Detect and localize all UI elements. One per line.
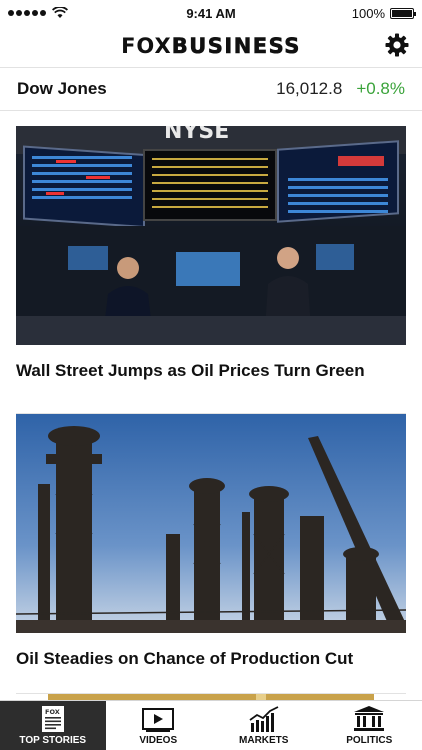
logo-business-text: BUSINESS: [171, 34, 301, 59]
svg-text:FOX: FOX: [45, 708, 60, 716]
article-headline[interactable]: Oil Steadies on Chance of Production Cut: [16, 633, 406, 691]
article-image-refinery: [16, 414, 406, 633]
svg-text:NYSE: NYSE: [164, 126, 229, 144]
newspaper-icon: FOX: [41, 706, 64, 732]
status-bar: 9:41 AM 100%: [0, 0, 422, 26]
app-header: FOX BUSINESS: [0, 26, 422, 66]
tab-videos[interactable]: VIDEOS: [106, 701, 212, 750]
ticker-index-name: Dow Jones: [17, 79, 107, 98]
logo-fox-text: FOX: [121, 34, 172, 58]
fox-business-logo[interactable]: FOX BUSINESS: [121, 34, 301, 59]
settings-button[interactable]: [382, 30, 412, 60]
article-headline[interactable]: Wall Street Jumps as Oil Prices Turn Gre…: [16, 345, 406, 403]
tab-label: TOP STORIES: [19, 735, 87, 746]
tab-label: POLITICS: [346, 735, 393, 746]
battery-icon: [390, 7, 416, 19]
gear-icon: [385, 33, 409, 57]
article-image-nyse: NYSE: [16, 126, 406, 345]
tab-label: VIDEOS: [139, 735, 178, 746]
status-left: [8, 7, 68, 19]
tab-label: MARKETS: [239, 735, 289, 746]
tab-top-stories[interactable]: FOX TOP STORIES: [0, 701, 106, 750]
signal-dots-icon: [8, 10, 46, 16]
bar-chart-icon: [249, 706, 279, 732]
tab-politics[interactable]: POLITICS: [317, 701, 422, 750]
status-right: 100%: [351, 5, 416, 21]
capitol-icon: [354, 706, 385, 731]
tab-bar: FOX TOP STORIES VIDEOS MARKETS POLITICS: [0, 700, 422, 750]
wifi-icon: [52, 7, 68, 18]
market-ticker[interactable]: Dow Jones 16,012.8 +0.8%: [0, 67, 422, 111]
battery-percent: 100%: [351, 5, 385, 21]
tab-markets[interactable]: MARKETS: [211, 701, 317, 750]
ticker-index-value: 16,012.8: [276, 79, 343, 98]
article-card[interactable]: Oil Steadies on Chance of Production Cut: [16, 414, 406, 694]
article-card[interactable]: NYSE Wall Street Jumps as Oil Prices Tur…: [16, 126, 406, 414]
ticker-index-change: +0.8%: [356, 79, 405, 98]
play-icon: [142, 708, 175, 732]
